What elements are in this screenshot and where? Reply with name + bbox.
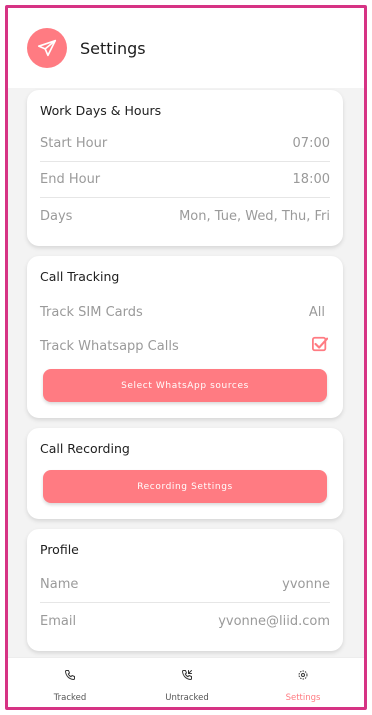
start-hour-row[interactable]: Start Hour 07:00 [40, 126, 330, 162]
start-hour-label: Start Hour [40, 136, 108, 151]
phone-icon [64, 666, 76, 685]
settings-content[interactable]: Work Days & Hours Start Hour 07:00 End H… [8, 88, 364, 657]
call-recording-card: Call Recording Recording Settings [27, 428, 343, 519]
nav-untracked-label: Untracked [165, 693, 209, 703]
app-frame: Settings Work Days & Hours Start Hour 07… [5, 5, 367, 710]
recording-settings-button[interactable]: Recording Settings [43, 470, 327, 503]
track-whatsapp-row: Track Whatsapp Calls [40, 328, 330, 364]
track-sim-value: All [308, 304, 325, 320]
bottom-nav: Tracked Untracked Settings [8, 657, 364, 707]
page-title: Settings [80, 38, 146, 58]
name-label: Name [40, 577, 79, 592]
start-hour-value: 07:00 [292, 136, 330, 151]
whatsapp-checkbox[interactable] [312, 336, 329, 356]
track-whatsapp-label: Track Whatsapp Calls [40, 338, 179, 354]
paper-plane-icon [27, 28, 67, 68]
select-whatsapp-sources-button[interactable]: Select WhatsApp sources [43, 369, 327, 402]
work-days-card: Work Days & Hours Start Hour 07:00 End H… [27, 90, 343, 246]
profile-title: Profile [40, 542, 79, 557]
nav-tracked[interactable]: Tracked [25, 666, 115, 703]
end-hour-row[interactable]: End Hour 18:00 [40, 162, 330, 198]
days-label: Days [40, 208, 73, 224]
track-sim-row[interactable]: Track SIM Cards All [40, 294, 330, 330]
end-hour-value: 18:00 [292, 172, 330, 187]
days-row[interactable]: Days Mon, Tue, Wed, Thu, Fri [40, 198, 330, 234]
nav-untracked[interactable]: Untracked [142, 666, 232, 703]
call-tracking-title: Call Tracking [40, 269, 120, 284]
track-sim-label: Track SIM Cards [40, 304, 143, 320]
nav-settings-label: Settings [285, 693, 321, 703]
call-tracking-card: Call Tracking Track SIM Cards All Track … [27, 256, 343, 418]
phone-incoming-icon [181, 666, 193, 685]
name-value: yvonne [282, 577, 330, 592]
nav-settings[interactable]: Settings [258, 666, 348, 703]
work-days-title: Work Days & Hours [40, 103, 162, 118]
gear-icon [297, 666, 309, 685]
nav-tracked-label: Tracked [53, 693, 87, 703]
profile-card: Profile Name yvonne Email yvonne@liid.co… [27, 529, 343, 651]
email-row[interactable]: Email yvonne@liid.com [40, 603, 330, 639]
app-header: Settings [8, 8, 364, 88]
call-recording-title: Call Recording [40, 441, 130, 456]
email-value: yvonne@liid.com [218, 613, 330, 629]
name-row[interactable]: Name yvonne [40, 567, 330, 603]
end-hour-label: End Hour [40, 172, 101, 187]
email-label: Email [40, 613, 77, 629]
days-value: Mon, Tue, Wed, Thu, Fri [179, 208, 330, 224]
